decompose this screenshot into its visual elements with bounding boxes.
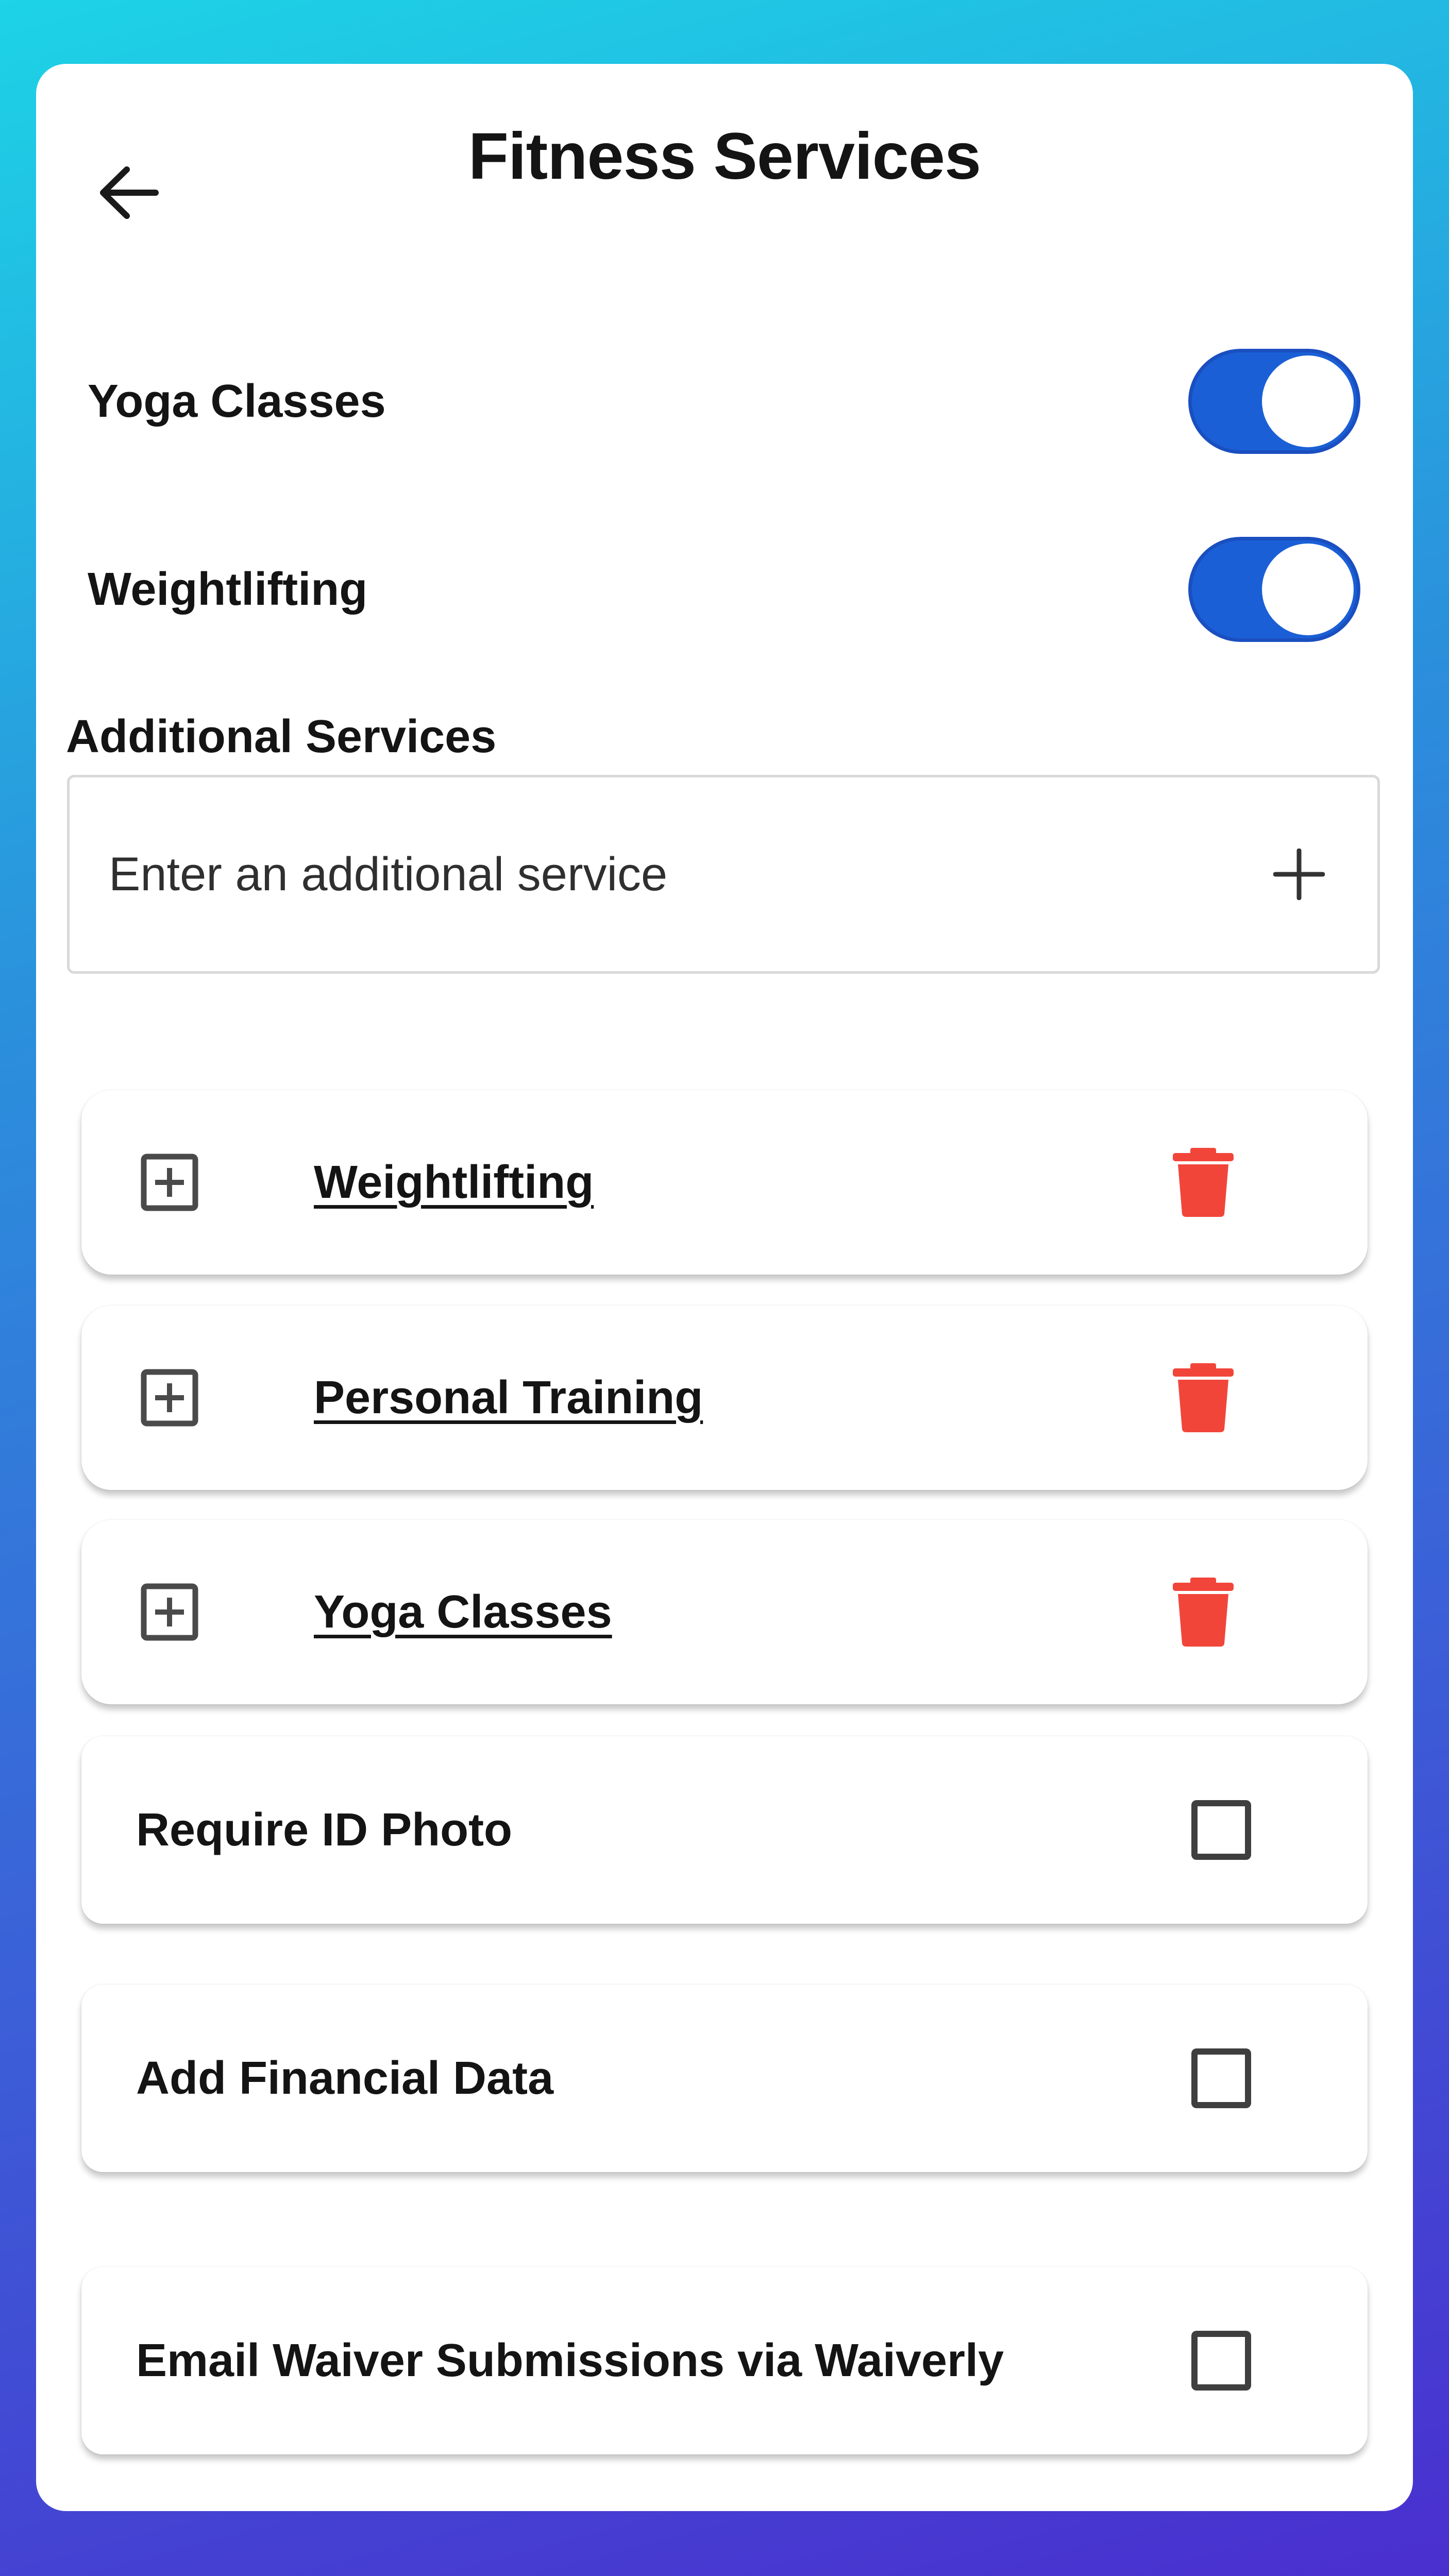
weightlifting-toggle[interactable] bbox=[1188, 537, 1360, 642]
trash-icon[interactable] bbox=[1172, 1147, 1235, 1218]
toggle-row-weightlifting: Weightlifting bbox=[88, 537, 1360, 642]
trash-icon[interactable] bbox=[1172, 1577, 1235, 1648]
service-item-personal-training: Personal Training bbox=[81, 1306, 1368, 1490]
expand-plus-box-icon[interactable] bbox=[141, 1369, 198, 1427]
service-link[interactable]: Yoga Classes bbox=[314, 1586, 612, 1639]
yoga-classes-toggle[interactable] bbox=[1188, 349, 1360, 454]
require-id-photo-checkbox[interactable] bbox=[1191, 1800, 1251, 1860]
service-link[interactable]: Weightlifting bbox=[314, 1156, 594, 1209]
additional-services-heading: Additional Services bbox=[66, 711, 497, 762]
settings-card: Fitness Services Yoga Classes Weightlift… bbox=[36, 64, 1413, 2511]
plus-icon bbox=[1273, 849, 1325, 900]
service-link[interactable]: Personal Training bbox=[314, 1371, 703, 1425]
option-label: Email Waiver Submissions via Waiverly bbox=[136, 2334, 1004, 2386]
email-waiver-checkbox[interactable] bbox=[1191, 2331, 1251, 2391]
trash-icon[interactable] bbox=[1172, 1362, 1235, 1433]
add-service-button[interactable] bbox=[1268, 843, 1330, 905]
option-add-financial-data: Add Financial Data bbox=[81, 1985, 1368, 2172]
header: Fitness Services bbox=[36, 64, 1413, 249]
toggle-label: Weightlifting bbox=[88, 563, 368, 615]
service-item-yoga-classes: Yoga Classes bbox=[81, 1520, 1368, 1704]
expand-plus-box-icon[interactable] bbox=[141, 1154, 198, 1211]
option-label: Add Financial Data bbox=[136, 2052, 554, 2104]
option-require-id-photo: Require ID Photo bbox=[81, 1736, 1368, 1924]
page-title: Fitness Services bbox=[468, 120, 981, 193]
expand-plus-box-icon[interactable] bbox=[141, 1583, 198, 1641]
additional-service-field bbox=[67, 775, 1380, 974]
option-label: Require ID Photo bbox=[136, 1804, 513, 1856]
option-email-waiver: Email Waiver Submissions via Waiverly bbox=[81, 2267, 1368, 2454]
service-item-weightlifting: Weightlifting bbox=[81, 1090, 1368, 1275]
toggle-knob bbox=[1262, 544, 1354, 635]
add-financial-data-checkbox[interactable] bbox=[1191, 2048, 1251, 2108]
toggle-knob bbox=[1262, 355, 1354, 447]
toggle-label: Yoga Classes bbox=[88, 375, 386, 427]
toggle-row-yoga: Yoga Classes bbox=[88, 349, 1360, 454]
additional-service-input[interactable] bbox=[108, 846, 1192, 902]
